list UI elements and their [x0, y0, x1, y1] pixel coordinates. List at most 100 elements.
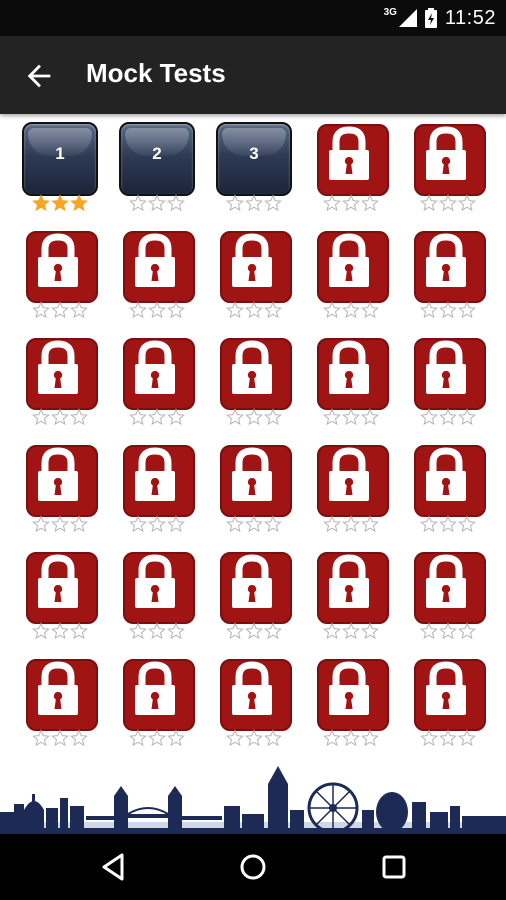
- star-outline-icon: [420, 194, 438, 212]
- back-triangle-icon[interactable]: [98, 851, 130, 883]
- padlock-icon: [426, 661, 466, 715]
- locked-test-tile[interactable]: [311, 546, 391, 656]
- locked-test-tile[interactable]: [20, 225, 100, 335]
- star-outline-icon: [420, 301, 438, 319]
- star-outline-icon: [342, 408, 360, 426]
- test-number-label: 2: [152, 144, 162, 163]
- star-rating: [222, 729, 286, 747]
- star-outline-icon: [342, 729, 360, 747]
- star-outline-icon: [51, 729, 69, 747]
- star-outline-icon: [420, 515, 438, 533]
- star-rating: [125, 408, 189, 426]
- padlock-icon: [38, 554, 78, 608]
- padlock-icon: [329, 661, 369, 715]
- star-outline-icon: [129, 622, 147, 640]
- star-outline-icon: [70, 622, 88, 640]
- locked-test-tile[interactable]: [408, 332, 488, 442]
- star-outline-icon: [458, 729, 476, 747]
- home-circle-icon[interactable]: [237, 851, 269, 883]
- locked-test-tile[interactable]: [214, 439, 294, 549]
- locked-test-tile[interactable]: [20, 332, 100, 442]
- star-rating: [416, 729, 480, 747]
- locked-test-tile[interactable]: [117, 546, 197, 656]
- padlock-icon: [232, 661, 272, 715]
- padlock-icon: [232, 233, 272, 287]
- recents-square-icon[interactable]: [378, 851, 410, 883]
- locked-test-tile[interactable]: [20, 439, 100, 549]
- locked-test-tile[interactable]: [117, 653, 197, 763]
- star-outline-icon: [361, 408, 379, 426]
- star-rating: [319, 301, 383, 319]
- locked-test-tile[interactable]: [20, 546, 100, 656]
- padlock-icon: [329, 554, 369, 608]
- locked-test-tile[interactable]: [311, 118, 391, 228]
- locked-test-tile[interactable]: [20, 653, 100, 763]
- padlock-icon: [135, 661, 175, 715]
- star-rating: [319, 729, 383, 747]
- star-filled-icon: [32, 194, 50, 212]
- star-rating: [416, 622, 480, 640]
- battery-icon: [424, 8, 437, 28]
- padlock-icon: [329, 126, 369, 180]
- locked-test-tile[interactable]: [117, 439, 197, 549]
- star-rating: [125, 729, 189, 747]
- padlock-icon: [426, 554, 466, 608]
- test-tile[interactable]: 3: [214, 118, 294, 228]
- locked-test-tile[interactable]: [311, 332, 391, 442]
- star-outline-icon: [245, 622, 263, 640]
- star-outline-icon: [420, 622, 438, 640]
- locked-test-tile[interactable]: [214, 225, 294, 335]
- locked-test-tile[interactable]: [408, 118, 488, 228]
- locked-test-tile[interactable]: [408, 225, 488, 335]
- locked-test-tile[interactable]: [408, 439, 488, 549]
- padlock-icon: [232, 554, 272, 608]
- arrow-back-icon[interactable]: [22, 59, 56, 93]
- star-outline-icon: [148, 729, 166, 747]
- star-outline-icon: [167, 301, 185, 319]
- star-outline-icon: [129, 194, 147, 212]
- star-rating: [222, 515, 286, 533]
- star-outline-icon: [420, 408, 438, 426]
- star-outline-icon: [167, 194, 185, 212]
- star-rating: [416, 194, 480, 212]
- star-outline-icon: [342, 515, 360, 533]
- star-outline-icon: [32, 408, 50, 426]
- star-rating: [125, 622, 189, 640]
- test-tile[interactable]: 2: [117, 118, 197, 228]
- star-rating: [319, 622, 383, 640]
- test-tile[interactable]: 1: [20, 118, 100, 228]
- padlock-icon: [232, 447, 272, 501]
- locked-test-tile[interactable]: [408, 653, 488, 763]
- star-outline-icon: [439, 408, 457, 426]
- star-outline-icon: [245, 301, 263, 319]
- padlock-icon: [232, 340, 272, 394]
- padlock-icon: [135, 554, 175, 608]
- locked-test-tile[interactable]: [311, 225, 391, 335]
- locked-test-tile[interactable]: [214, 546, 294, 656]
- star-outline-icon: [167, 729, 185, 747]
- locked-test-tile[interactable]: [214, 332, 294, 442]
- locked-test-tile[interactable]: [117, 332, 197, 442]
- star-outline-icon: [51, 408, 69, 426]
- star-outline-icon: [361, 515, 379, 533]
- signal-icon: [398, 9, 417, 27]
- star-rating: [125, 301, 189, 319]
- star-outline-icon: [70, 301, 88, 319]
- star-outline-icon: [323, 729, 341, 747]
- locked-test-tile[interactable]: [408, 546, 488, 656]
- star-outline-icon: [51, 301, 69, 319]
- locked-test-tile[interactable]: [311, 439, 391, 549]
- locked-test-tile[interactable]: [117, 225, 197, 335]
- star-rating: [222, 301, 286, 319]
- star-outline-icon: [32, 301, 50, 319]
- locked-test-tile[interactable]: [214, 653, 294, 763]
- locked-test-tile[interactable]: [311, 653, 391, 763]
- star-outline-icon: [148, 408, 166, 426]
- star-outline-icon: [439, 515, 457, 533]
- star-outline-icon: [32, 515, 50, 533]
- star-outline-icon: [129, 515, 147, 533]
- star-outline-icon: [361, 729, 379, 747]
- star-outline-icon: [323, 194, 341, 212]
- star-rating: [28, 515, 92, 533]
- star-outline-icon: [420, 729, 438, 747]
